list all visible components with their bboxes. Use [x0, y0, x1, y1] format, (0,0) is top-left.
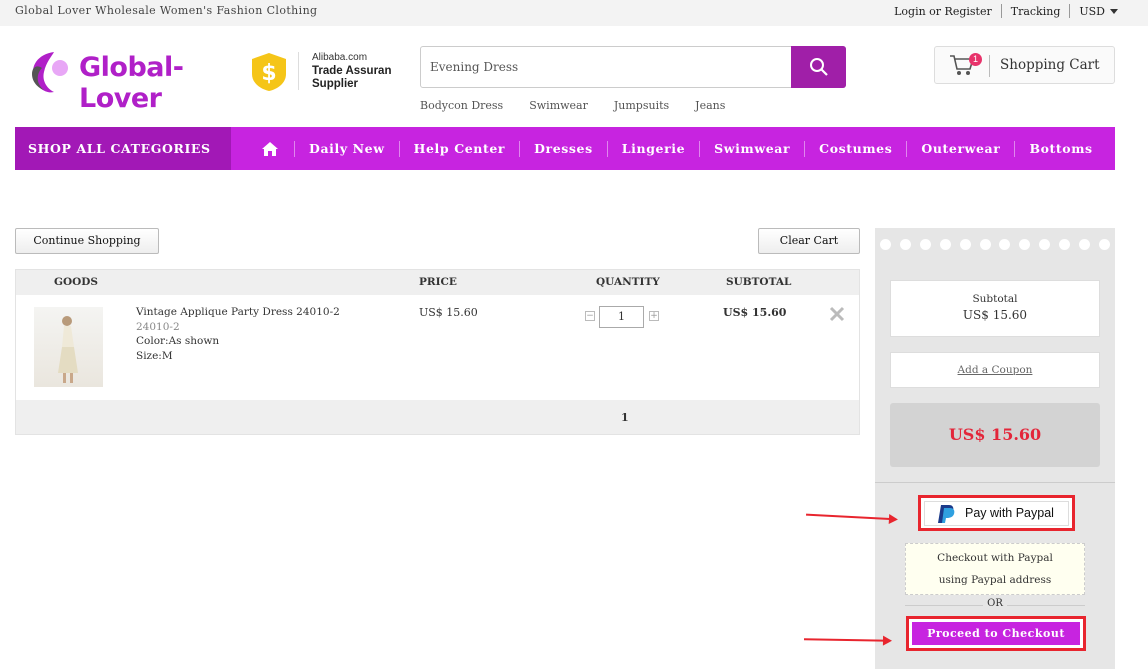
subtotal-value: US$ 15.60	[962, 308, 1028, 322]
quantity-input[interactable]: 1	[599, 306, 644, 328]
dress-image	[58, 316, 78, 383]
cart-label: Shopping Cart	[1000, 57, 1100, 73]
table-header: GOODS PRICE QUANTITY SUBTOTAL	[16, 270, 859, 295]
increase-quantity-button[interactable]: +	[649, 311, 659, 321]
nav-item-costumes[interactable]: Costumes	[804, 140, 906, 157]
add-coupon-link[interactable]: Add a Coupon	[958, 364, 1033, 376]
search-bar	[420, 46, 846, 88]
shopping-cart-button[interactable]: 1 Shopping Cart	[934, 46, 1115, 84]
search-link[interactable]: Swimwear	[529, 99, 588, 112]
nav-item-daily-new[interactable]: Daily New	[294, 140, 399, 157]
paypal-note-line2: using Paypal address	[938, 574, 1052, 586]
item-subtotal: US$ 15.60	[723, 306, 787, 319]
subtotal-label: Subtotal	[972, 293, 1018, 305]
page-number[interactable]: 1	[621, 411, 629, 424]
divider	[298, 52, 299, 90]
search-button[interactable]	[791, 46, 846, 88]
column-goods: GOODS	[54, 276, 98, 288]
nav-item-dresses[interactable]: Dresses	[519, 140, 607, 157]
badge-line2: Trade Assuran Supplier	[312, 65, 392, 90]
or-separator: OR	[905, 598, 1085, 612]
divider	[875, 482, 1115, 483]
shop-all-categories[interactable]: SHOP ALL CATEGORIES	[15, 127, 231, 170]
logo-face-icon	[32, 52, 68, 93]
tracking-link[interactable]: Tracking	[1002, 5, 1070, 18]
pay-with-paypal-button[interactable]: Pay with Paypal	[924, 501, 1069, 526]
logo-text: Global-Lover	[79, 52, 184, 114]
order-summary: Subtotal US$ 15.60 Add a Coupon US$ 15.6…	[875, 228, 1115, 669]
paypal-highlight: Pay with Paypal	[918, 495, 1075, 531]
column-quantity: QUANTITY	[596, 276, 660, 288]
continue-shopping-button[interactable]: Continue Shopping	[15, 228, 159, 254]
nav-item-help-center[interactable]: Help Center	[398, 140, 520, 157]
order-total: US$ 15.60	[890, 403, 1100, 467]
chevron-down-icon	[1110, 9, 1118, 14]
column-subtotal: SUBTOTAL	[726, 276, 792, 288]
nav-item-bottoms[interactable]: Bottoms	[1014, 140, 1106, 157]
shield-dollar-icon: $	[252, 53, 286, 91]
search-input[interactable]	[430, 57, 780, 77]
divider	[989, 55, 990, 77]
product-size: Size:M	[136, 349, 173, 362]
site-tagline: Global Lover Wholesale Women's Fashion C…	[15, 4, 318, 17]
coupon-box: Add a Coupon	[890, 352, 1100, 388]
top-links: Login or Register Tracking USD	[885, 4, 1118, 18]
nav-item-swimwear[interactable]: Swimwear	[699, 140, 804, 157]
search-link[interactable]: Bodycon Dress	[420, 99, 503, 112]
decorative-dots	[875, 239, 1115, 253]
pagination: 1	[16, 400, 859, 434]
paypal-note: Checkout with Paypal using Paypal addres…	[905, 543, 1085, 595]
table-row: Vintage Applique Party Dress 24010-2 240…	[16, 295, 859, 400]
login-register-link[interactable]: Login or Register	[885, 5, 1001, 18]
search-link[interactable]: Jumpsuits	[614, 99, 669, 112]
column-price: PRICE	[419, 276, 457, 288]
proceed-to-checkout-button[interactable]: Proceed to Checkout	[912, 622, 1080, 645]
paypal-label: Pay with Paypal	[965, 506, 1054, 520]
clear-cart-button[interactable]: Clear Cart	[758, 228, 860, 254]
badge-line1: Alibaba.com	[312, 52, 368, 63]
svg-text:$: $	[261, 61, 276, 86]
currency-value: USD	[1079, 4, 1105, 18]
product-color: Color:As shown	[136, 335, 220, 347]
nav-item-outerwear[interactable]: Outerwear	[906, 140, 1014, 157]
nav-items: Daily New Help Center Dresses Lingerie S…	[261, 127, 1107, 170]
search-icon	[810, 58, 828, 76]
annotation-arrow	[803, 638, 891, 642]
decrease-quantity-button[interactable]: −	[585, 311, 595, 321]
item-price: US$ 15.60	[419, 306, 478, 319]
subtotal-box: Subtotal US$ 15.60	[890, 280, 1100, 337]
currency-select[interactable]: USD	[1070, 5, 1118, 18]
paypal-note-line1: Checkout with Paypal	[937, 552, 1053, 564]
product-sku: 24010-2	[136, 320, 180, 333]
product-name[interactable]: Vintage Applique Party Dress 24010-2	[136, 305, 340, 320]
product-info: Vintage Applique Party Dress 24010-2 240…	[136, 305, 340, 363]
trade-assurance-badge: $ Alibaba.com Trade Assuran Supplier	[250, 50, 410, 92]
nav-item-lingerie[interactable]: Lingerie	[606, 140, 699, 157]
product-image[interactable]	[34, 307, 103, 387]
site-logo[interactable]: Global-Lover	[24, 48, 224, 114]
main-nav: SHOP ALL CATEGORIES Daily New Help Cente…	[15, 127, 1115, 170]
home-icon[interactable]	[261, 141, 279, 157]
popular-searches: Bodycon Dress Swimwear Jumpsuits Jeans	[420, 99, 751, 112]
cart-table: GOODS PRICE QUANTITY SUBTOTAL Vintage Ap…	[15, 269, 860, 435]
checkout-highlight: Proceed to Checkout	[906, 616, 1086, 651]
cart-count-badge: 1	[969, 53, 982, 66]
remove-item-icon[interactable]	[829, 306, 845, 322]
top-bar: Global Lover Wholesale Women's Fashion C…	[0, 0, 1148, 26]
search-link[interactable]: Jeans	[695, 99, 725, 112]
paypal-icon	[938, 505, 955, 523]
